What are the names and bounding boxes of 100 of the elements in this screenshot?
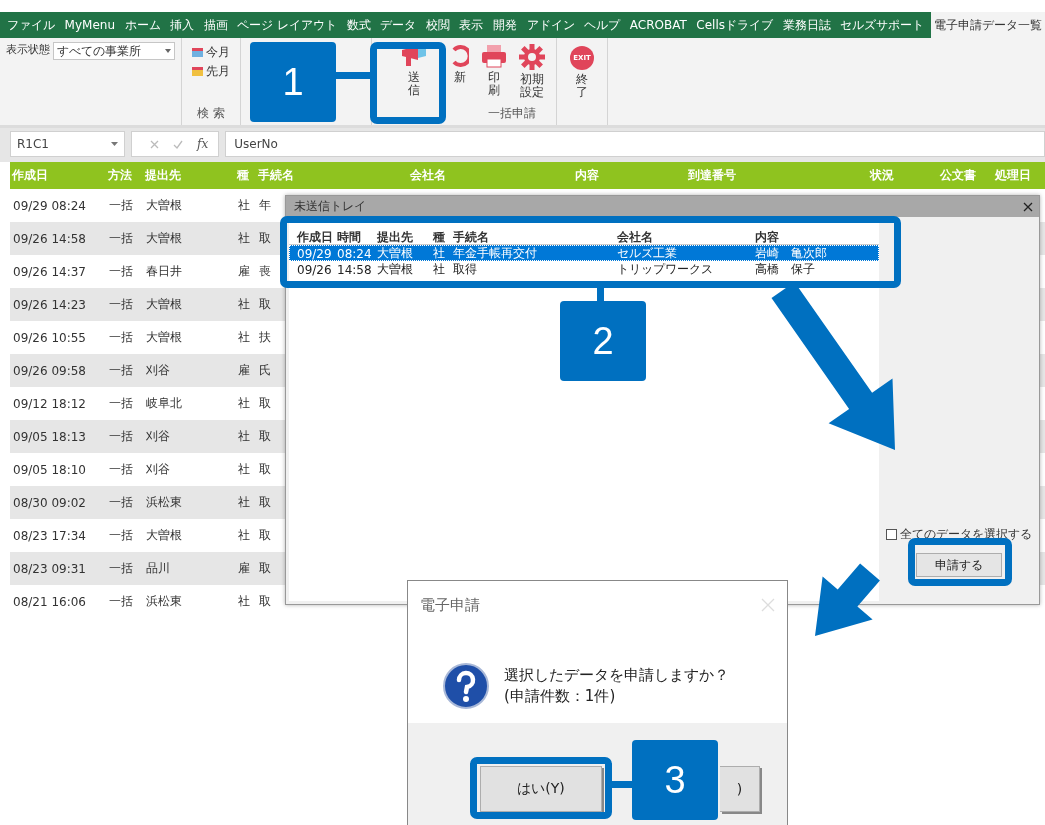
column-header: 会社名 <box>617 229 653 246</box>
column-header: 手続名 <box>257 167 294 184</box>
table-cell-text: 大曽根 <box>145 230 182 247</box>
table-cell-text: 09/05 18:13 <box>12 429 86 444</box>
table-cell-text: 一括 <box>108 428 133 445</box>
group-label: 一括申請 <box>488 105 536 122</box>
table-cell-text: 取 <box>258 395 271 412</box>
table-cell-text: 09/05 18:10 <box>12 462 86 477</box>
ribbon-button[interactable]: 印刷 <box>478 42 510 100</box>
table-cell-text: 取 <box>258 560 271 577</box>
yes-button[interactable]: はい(Y) <box>480 766 602 812</box>
table-cell-text: 岐阜北 <box>145 395 182 412</box>
group-label: 検 索 <box>197 105 225 122</box>
ribbon-button[interactable]: 新 <box>448 42 472 87</box>
ribbon-tab[interactable]: 開発 <box>490 12 520 38</box>
submit-button[interactable]: 申請する <box>916 553 1002 577</box>
table-cell-text: 一括 <box>108 494 133 511</box>
ribbon-tab[interactable]: 描画 <box>200 12 231 38</box>
ribbon-tab[interactable]: データ <box>377 12 420 38</box>
ribbon-tab[interactable]: MyMenu <box>61 12 118 38</box>
table-cell-text: 雇 <box>237 560 250 577</box>
table-cell-text: 大曽根 <box>145 527 182 544</box>
table-cell-text: 一括 <box>108 395 133 412</box>
table-cell-text: 一括 <box>108 527 133 544</box>
ribbon-tab[interactable]: ファイル <box>4 12 58 38</box>
table-cell-text: 社 <box>237 428 250 445</box>
column-header: 時間 <box>337 229 361 246</box>
table-cell-text: 刈谷 <box>145 461 170 478</box>
no-button[interactable]: ) <box>720 766 760 812</box>
ribbon-tab[interactable]: 校閲 <box>422 12 453 38</box>
column-header: 種 <box>236 167 249 184</box>
column-header: 到達番号 <box>687 167 736 184</box>
table-cell-text: 取 <box>258 461 271 478</box>
ribbon-tab[interactable]: Cellsドライブ <box>693 12 776 38</box>
name-box[interactable]: R1C1 <box>10 131 125 157</box>
ribbon-tab[interactable]: 表示 <box>456 12 487 38</box>
table-cell-text: 一括 <box>108 230 133 247</box>
close-icon[interactable] <box>1023 201 1033 212</box>
table-cell-text: 雇 <box>237 362 250 379</box>
table-cell-text: 一括 <box>108 263 133 280</box>
table-cell-text: 氏 <box>258 362 271 379</box>
checkbox[interactable] <box>886 529 897 540</box>
ribbon-tab[interactable]: アドイン <box>523 12 578 38</box>
table-cell-text: 09/26 14:23 <box>12 297 86 312</box>
insert-function-button[interactable]: fx <box>197 137 209 151</box>
table-cell-text: 社 <box>237 494 250 511</box>
column-header: 方法 <box>107 167 132 184</box>
table-cell-text: 品川 <box>145 560 170 577</box>
table-cell-text: 09/26 10:55 <box>12 330 86 345</box>
ribbon-tab[interactable]: 電子申請データ一覧 <box>930 12 1045 38</box>
table-cell-text: 一括 <box>108 560 133 577</box>
ribbon-tab[interactable]: 挿入 <box>167 12 198 38</box>
column-header: 作成日 <box>297 229 333 246</box>
table-cell-text: 社 <box>237 527 250 544</box>
ribbon-tab[interactable]: 業務日誌 <box>779 12 834 38</box>
check-icon[interactable] <box>173 139 183 149</box>
dialog-title: 未送信トレイ <box>294 198 366 215</box>
dialog-title: 電子申請 <box>420 595 480 615</box>
table-cell-text: 春日井 <box>145 263 182 280</box>
cancel-icon[interactable] <box>150 139 159 149</box>
column-header: 作成日 <box>11 167 48 184</box>
ribbon-tab[interactable]: セルズサポート <box>837 12 928 38</box>
table-cell-text: 社 <box>237 230 250 247</box>
calendar-icon <box>192 67 203 76</box>
caret-icon <box>111 142 118 146</box>
dialog-message: 選択したデータを申請しますか？ <box>504 666 729 685</box>
ribbon-tab[interactable]: ページ レイアウト <box>234 12 341 38</box>
table-cell-text: 09/29 08:24 <box>12 198 86 213</box>
search-button[interactable]: 先月 <box>192 63 230 80</box>
question-icon <box>442 662 490 710</box>
search-button[interactable]: 今月 <box>192 44 230 61</box>
column-header: 提出先 <box>144 167 181 184</box>
list-row[interactable]: 09/26 14:58 大曽根 社 取得 トリップワークス 高橋 保子 <box>289 261 879 277</box>
ribbon-tab[interactable]: 数式 <box>343 12 374 38</box>
table-cell-text: 大曽根 <box>145 197 182 214</box>
table-cell-text: 一括 <box>108 296 133 313</box>
ribbon-tab[interactable]: ACROBAT <box>626 12 690 38</box>
column-header: 内容 <box>755 229 779 246</box>
ribbon-tab[interactable]: ホーム <box>121 12 164 38</box>
column-header: 会社名 <box>409 167 446 184</box>
column-header: 公文書 <box>939 167 976 184</box>
formula-field[interactable]: UserNo <box>225 131 1045 157</box>
ribbon-tab[interactable]: ヘルプ <box>581 12 624 38</box>
column-header: 提出先 <box>377 229 413 246</box>
ribbon-button[interactable]: 初期設定 <box>516 42 548 102</box>
gear-icon <box>519 44 545 70</box>
table-cell-text: 取 <box>258 428 271 445</box>
table-cell-text: 取 <box>258 593 271 610</box>
table-cell-text: 浜松東 <box>145 593 182 610</box>
ribbon-button[interactable]: 送信 <box>386 42 442 100</box>
table-cell-text: 取 <box>258 296 271 313</box>
table-cell-text: 年 <box>258 197 271 214</box>
list-row[interactable]: 09/29 08:24 大曽根 社 年金手帳再交付 セルズ工業 岩崎 亀次郎 <box>289 245 879 261</box>
calendar-icon <box>192 48 203 57</box>
table-cell-text: 扶 <box>258 329 271 346</box>
filter-label: 表示状態 <box>6 42 50 57</box>
step-number: 3 <box>632 740 718 820</box>
table-cell-text: 浜松東 <box>145 494 182 511</box>
table-cell-text: 社 <box>237 296 250 313</box>
office-dropdown[interactable]: すべての事業所 <box>53 42 175 60</box>
